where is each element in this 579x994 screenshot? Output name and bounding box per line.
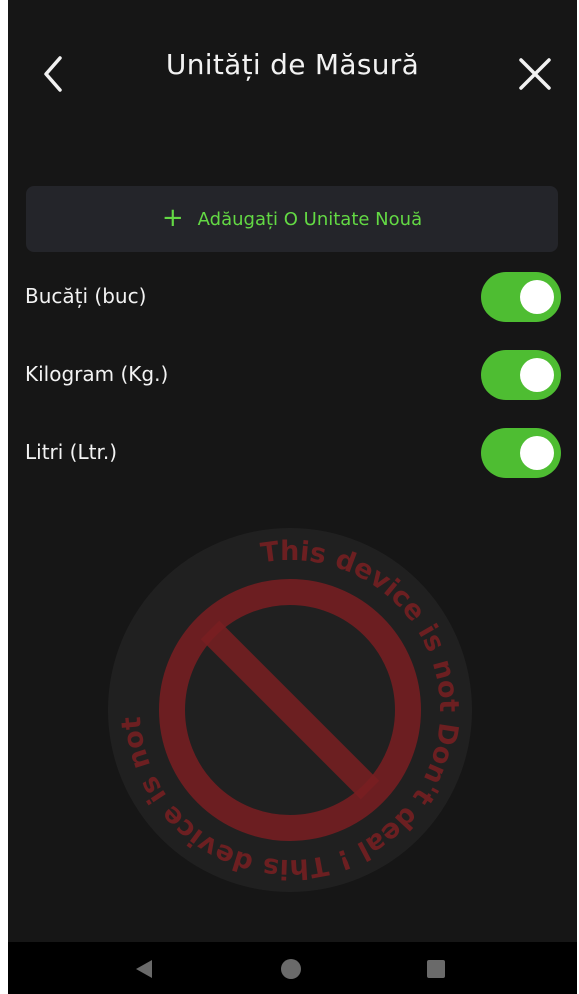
system-nav-bar [8, 942, 577, 994]
chevron-left-icon [44, 56, 62, 92]
circle-home-icon[interactable] [281, 959, 301, 979]
svg-text:This device is not Don't deal: This device is not Don't deal ! This dev… [100, 520, 464, 884]
unit-label: Kilogram (Kg.) [25, 362, 169, 386]
unit-toggle-bucati[interactable] [481, 272, 561, 322]
toggle-knob [520, 280, 554, 314]
watermark-stamp: This device is not Don't deal ! This dev… [89, 496, 480, 900]
triangle-back-icon[interactable] [136, 960, 152, 978]
add-unit-button[interactable]: + Adăugați O Unitate Nouă [26, 186, 558, 252]
header: Unități de Măsură [8, 0, 577, 140]
screen: Unități de Măsură + Adăugați O Unitate N… [8, 0, 577, 994]
add-unit-label: Adăugați O Unitate Nouă [197, 208, 423, 230]
unit-toggle-kilogram[interactable] [481, 350, 561, 400]
unit-row-bucati: Bucăți (buc) [25, 272, 561, 324]
unit-toggle-litri[interactable] [481, 428, 561, 478]
unit-label: Litri (Ltr.) [25, 440, 118, 464]
unit-label: Bucăți (buc) [25, 284, 147, 308]
page-title: Unități de Măsură [165, 48, 420, 81]
toggle-knob [520, 436, 554, 470]
square-recents-icon[interactable] [427, 960, 445, 978]
unit-row-kilogram: Kilogram (Kg.) [25, 350, 561, 402]
close-icon [519, 58, 551, 90]
unit-row-litri: Litri (Ltr.) [25, 428, 561, 480]
back-button[interactable] [34, 52, 74, 96]
toggle-knob [520, 358, 554, 392]
plus-icon: + [161, 203, 184, 233]
prohibited-icon: This device is not Don't deal ! This dev… [89, 496, 472, 892]
close-button[interactable] [513, 52, 557, 96]
